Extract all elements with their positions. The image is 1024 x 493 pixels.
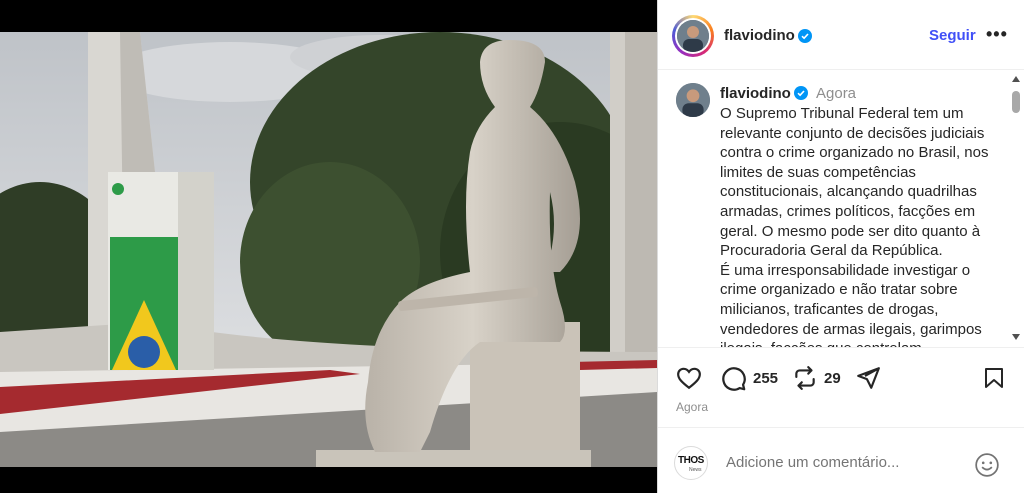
verified-badge-icon [794, 86, 808, 100]
commenter-avatar-sublogo: News [689, 467, 702, 473]
commenter-avatar: THOS News [674, 446, 708, 480]
comment-box: THOS News [658, 427, 1024, 493]
media-bottom-bar [0, 467, 657, 493]
post-details-panel: flaviodino Seguir ••• flaviodino Agora O… [657, 0, 1024, 493]
verified-badge-icon [798, 29, 812, 43]
statue-photo [0, 32, 657, 467]
caption-avatar[interactable] [676, 83, 710, 117]
commenter-avatar-logo: THOS [678, 455, 704, 466]
repost-button[interactable]: 29 [792, 364, 841, 392]
caption-paragraph: O Supremo Tribunal Federal tem um releva… [720, 105, 989, 260]
scroll-thumb[interactable] [1012, 91, 1020, 113]
more-options-icon[interactable]: ••• [986, 24, 1008, 45]
post-time-ago: Agora [676, 400, 709, 414]
caption-scrollbar[interactable] [1008, 76, 1023, 344]
caption-text: O Supremo Tribunal Federal tem um releva… [720, 104, 1005, 347]
post-media [0, 0, 657, 493]
emoji-icon[interactable] [974, 452, 1000, 478]
comment-input[interactable] [726, 454, 946, 471]
caption-username[interactable]: flaviodino [720, 85, 791, 102]
post-header: flaviodino Seguir ••• [658, 0, 1024, 70]
post-caption: flaviodino Agora O Supremo Tribunal Fede… [658, 70, 1010, 347]
header-username[interactable]: flaviodino [724, 27, 795, 44]
comments-count: 255 [753, 369, 779, 387]
scroll-up-arrow-icon[interactable] [1012, 76, 1020, 82]
comment-bubble-icon [722, 366, 746, 391]
paper-plane-icon [857, 367, 880, 389]
comment-button[interactable]: 255 [720, 364, 778, 392]
post-photo[interactable] [0, 32, 657, 467]
heart-icon [677, 367, 701, 390]
caption-time: Agora [816, 85, 857, 102]
like-button[interactable] [676, 364, 702, 392]
repost-icon [795, 366, 815, 390]
follow-button[interactable]: Seguir [929, 27, 976, 44]
share-button[interactable] [855, 364, 881, 392]
caption-paragraph: É uma irresponsabilidade investigar o cr… [720, 261, 982, 347]
bookmark-icon [985, 368, 1003, 388]
constitution-book [108, 172, 214, 370]
profile-avatar[interactable] [672, 15, 714, 57]
reposts-count: 29 [824, 369, 841, 387]
save-button[interactable] [982, 364, 1006, 392]
scroll-down-arrow-icon[interactable] [1012, 334, 1020, 340]
post-actions: 255 29 Agora [658, 347, 1024, 427]
